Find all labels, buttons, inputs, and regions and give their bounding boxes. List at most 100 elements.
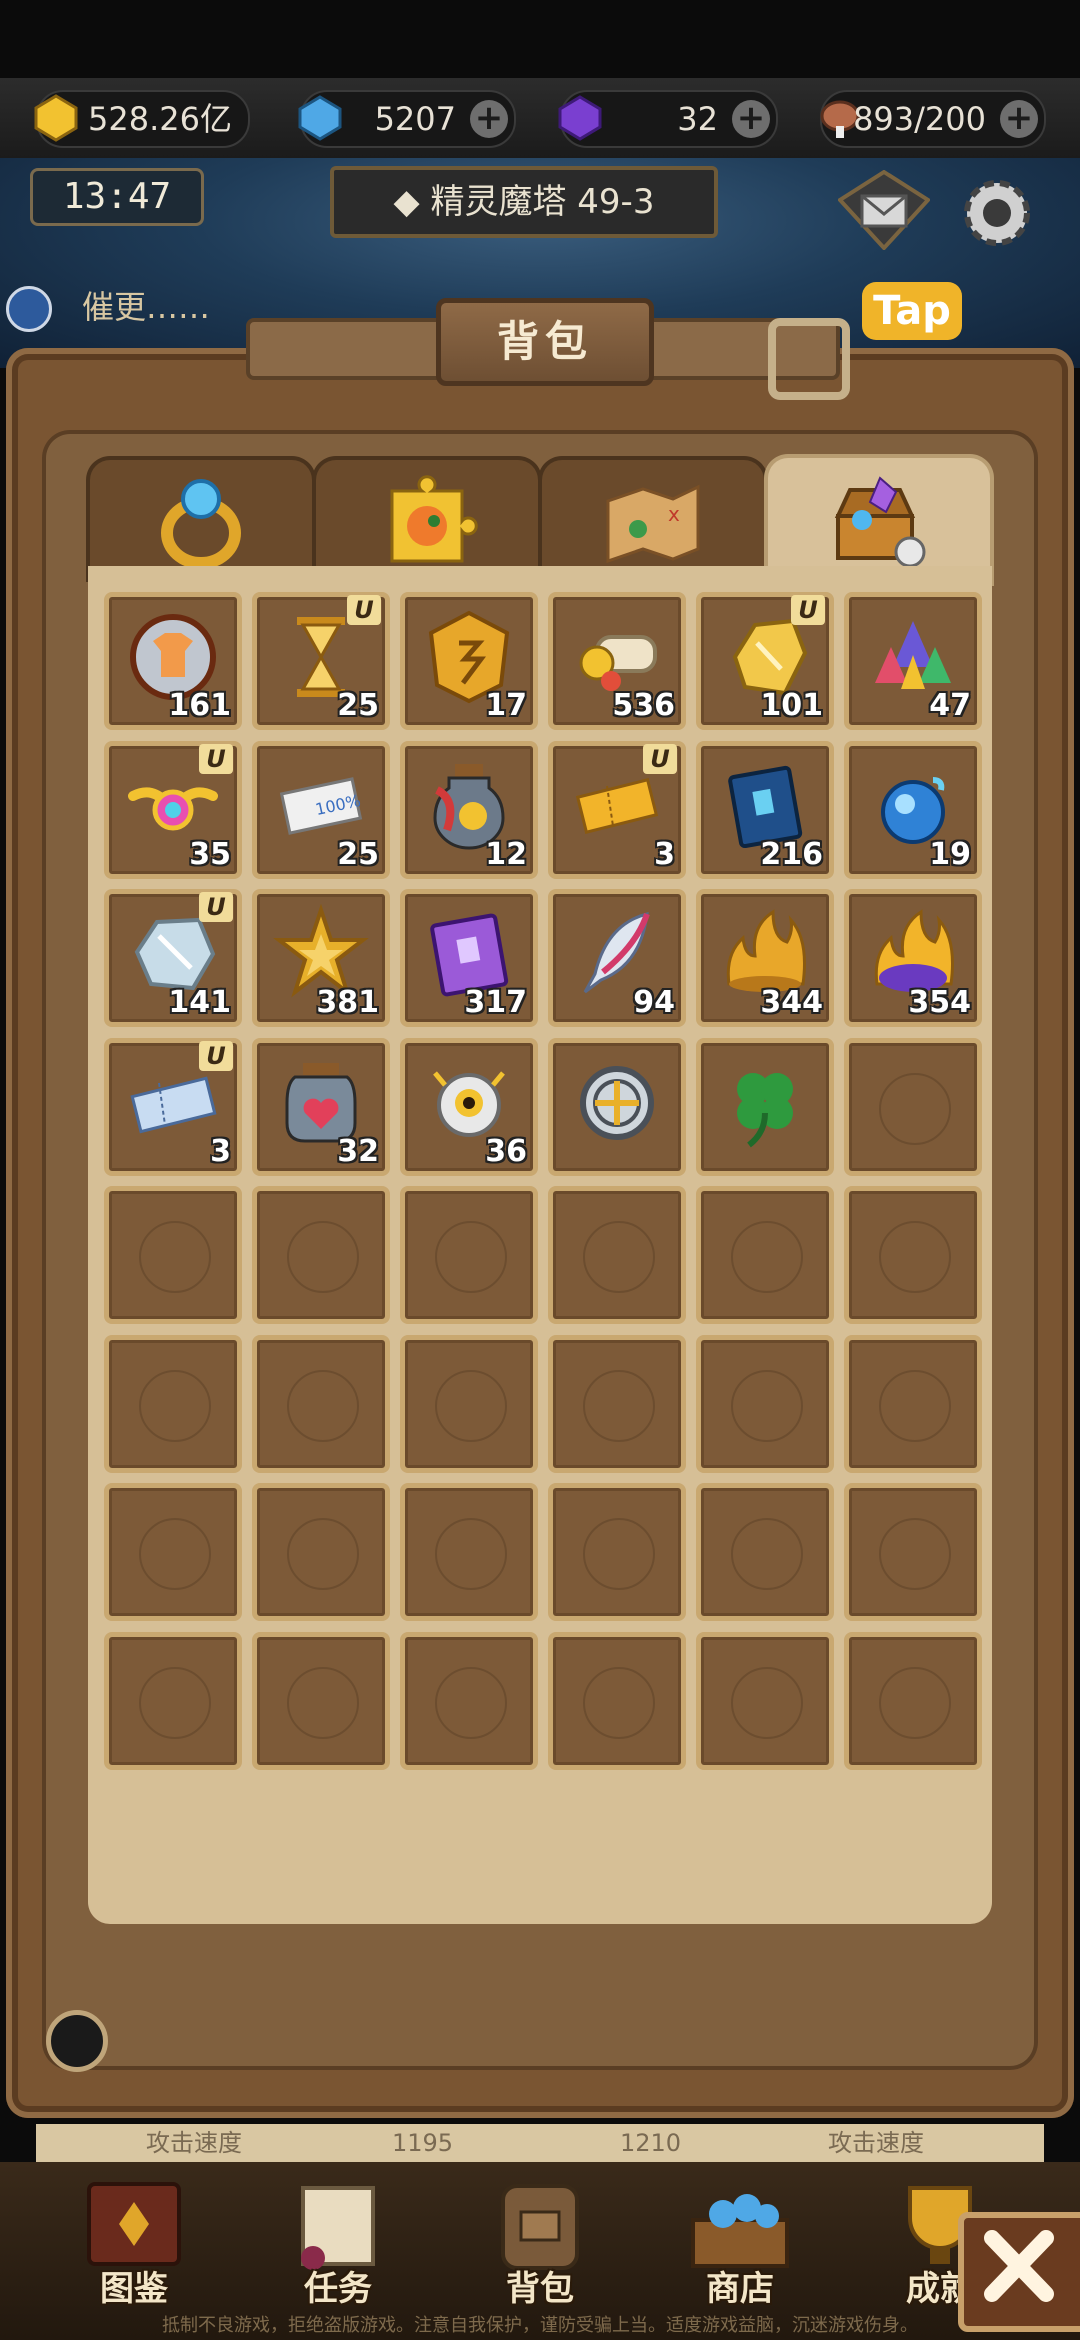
slot-pattern [139,1221,211,1293]
inventory-slot[interactable]: 47 [844,592,982,730]
item-count: 216 [760,836,823,872]
inventory-slot[interactable] [548,1037,686,1176]
empty-slot[interactable] [104,1334,242,1473]
inventory-slot[interactable]: 317 [400,889,538,1027]
slot-pattern [731,1221,803,1293]
slot-pattern [879,1518,951,1590]
empty-slot[interactable] [104,1186,242,1324]
empty-slot[interactable] [548,1334,686,1473]
item-count: 12 [485,836,527,872]
notice-text[interactable]: 催更…… [0,282,210,332]
slot-pattern [731,1666,803,1739]
empty-slot[interactable] [104,1483,242,1621]
item-count: 141 [168,985,231,1020]
item-count: 536 [612,688,675,723]
tab-pets[interactable] [312,456,542,582]
item-count: 25 [337,688,379,723]
slot-pattern [287,1369,359,1442]
purple-gem-counter[interactable]: 32 + [558,90,778,148]
empty-slot[interactable] [548,1631,686,1770]
inventory-slot[interactable]: U 25 [252,592,390,730]
slot-pattern [879,1221,951,1293]
clock: 13:47 [30,168,204,226]
empty-slot[interactable] [400,1483,538,1621]
empty-slot[interactable] [696,1631,834,1770]
ring-icon [161,479,241,569]
inventory-slot[interactable]: U3 [548,740,686,879]
inventory-slot[interactable]: U 35 [104,740,242,879]
gold-value: 528.26亿 [88,100,232,138]
gold-counter[interactable]: 528.26亿 [34,90,250,148]
empty-slot[interactable] [400,1631,538,1770]
inventory-slot[interactable]: 381 [252,889,390,1027]
empty-slot[interactable] [844,1334,982,1473]
empty-slot[interactable] [252,1631,390,1770]
slot-pattern [287,1221,359,1293]
resource-bar: 528.26亿 5207 + 32 + 893/200 + [0,78,1080,160]
unique-badge: U [199,743,233,774]
inventory-slot[interactable]: 94 [548,889,686,1027]
inventory-slot[interactable]: 161 [104,592,242,730]
mail-icon[interactable] [838,170,930,250]
add-purple-gem-button[interactable]: + [732,100,770,138]
empty-slot[interactable] [400,1334,538,1473]
inventory-slot[interactable]: U 101 [696,592,834,730]
inventory-slot[interactable]: 17 [400,592,538,730]
empty-slot[interactable] [696,1483,834,1621]
stamina-counter[interactable]: 893/200 + [820,90,1046,148]
tap-logo[interactable]: Tap [862,282,962,340]
slot-pattern [435,1369,507,1442]
blue-gem-counter[interactable]: 5207 + [298,90,516,148]
nav-codex-label: 图鉴 [100,2269,168,2309]
empty-slot[interactable] [252,1334,390,1473]
item-count: 17 [485,688,527,723]
add-stamina-button[interactable]: + [1000,100,1038,138]
inventory-slot[interactable]: 36 [400,1037,538,1176]
close-icon [984,2230,1054,2302]
empty-slot[interactable] [252,1186,390,1324]
slot-pattern [139,1666,211,1739]
panel-knob [46,2010,108,2072]
item-count: 161 [168,688,231,723]
inventory-slot[interactable]: 19 [844,740,982,879]
inventory-slot[interactable]: 216 [696,740,834,879]
inventory-slot[interactable] [696,1037,834,1176]
health-advisory: 抵制不良游戏，拒绝盗版游戏。注意自我保护，谨防受骗上当。适度游戏益脑，沉迷游戏伤… [162,2315,918,2336]
game-screen: 528.26亿 5207 + 32 + 893/200 + 13:47 ◆ 精灵… [0,0,1080,2340]
stage-label[interactable]: ◆ 精灵魔塔 49-3 [330,166,718,238]
clover-icon [737,1072,793,1147]
inventory-slot[interactable]: 100% 25 [252,740,390,879]
empty-slot[interactable] [696,1334,834,1473]
inventory-slot[interactable]: 344 [696,889,834,1027]
treasure-chest-icon [834,476,926,568]
empty-slot[interactable] [104,1631,242,1770]
inventory-slot[interactable]: 536 [548,592,686,730]
empty-slot[interactable] [696,1186,834,1324]
tab-maps[interactable]: x [538,456,768,582]
gold-coin-icon [34,94,78,142]
item-count: 32 [337,1133,379,1169]
slot-pattern [731,1369,803,1442]
inventory-slot[interactable]: U 141 [104,889,242,1027]
purple-gem-icon [558,95,602,141]
empty-slot[interactable] [844,1483,982,1621]
inventory-slot[interactable]: U3 [104,1037,242,1176]
add-blue-gem-button[interactable]: + [470,100,508,138]
empty-slot[interactable] [844,1631,982,1770]
empty-slot[interactable] [844,1186,982,1324]
belt-buckle [768,318,850,400]
item-count: 354 [908,985,971,1020]
slot-pattern [583,1369,655,1442]
empty-slot[interactable] [252,1483,390,1621]
inventory-slot[interactable]: 354 [844,889,982,1027]
empty-slot[interactable] [400,1186,538,1324]
empty-slot[interactable] [844,1037,982,1176]
unique-badge: U [199,1040,233,1071]
empty-slot[interactable] [548,1483,686,1621]
inventory-slot[interactable]: 32 [252,1037,390,1176]
inventory-slot[interactable]: 12 [400,740,538,879]
empty-slot[interactable] [548,1186,686,1324]
gear-icon[interactable] [952,168,1042,258]
tab-equipment[interactable] [86,456,316,582]
slot-pattern [287,1518,359,1590]
